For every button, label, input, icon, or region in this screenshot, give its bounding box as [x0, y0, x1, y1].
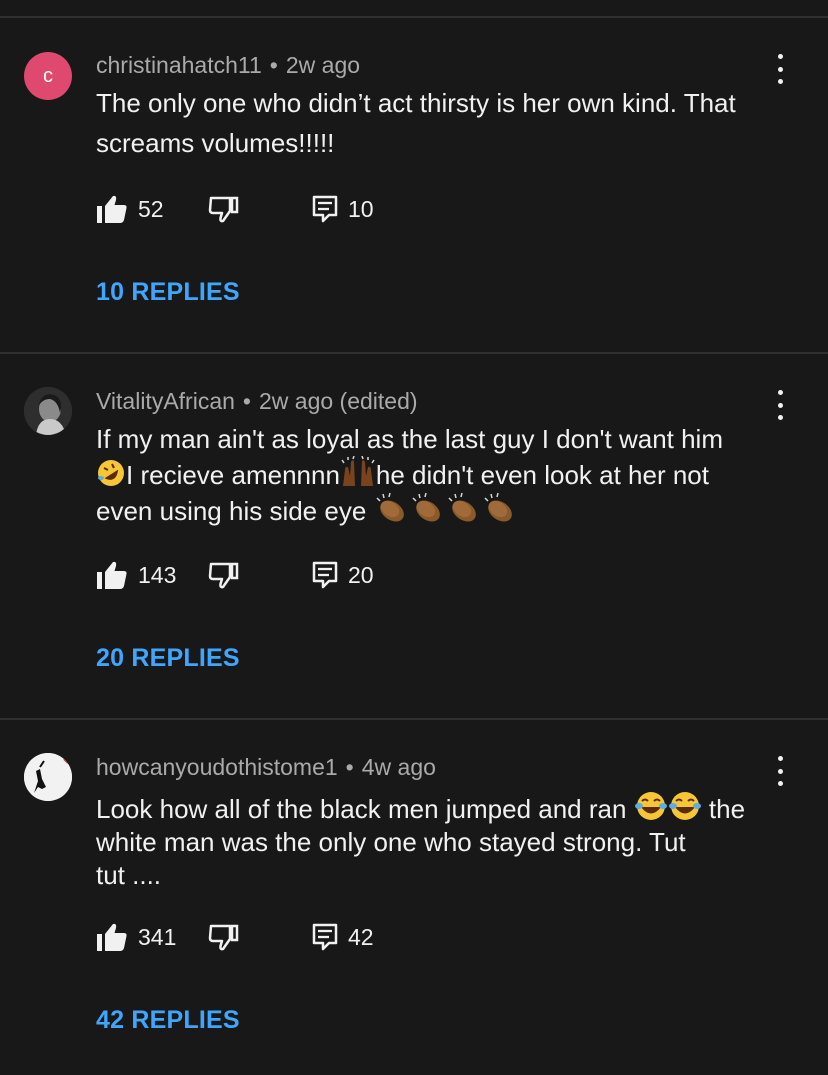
- avatar[interactable]: [24, 753, 72, 801]
- like-count: 341: [138, 923, 177, 950]
- comment-author[interactable]: VitalityAfrican: [96, 388, 235, 414]
- more-options-button[interactable]: [770, 54, 790, 84]
- more-vert-icon: [777, 756, 783, 761]
- dislike-button[interactable]: [208, 921, 240, 953]
- comment-time: 4w ago: [361, 754, 436, 780]
- thumb-down-icon: [208, 924, 239, 951]
- clapping-hands-emoji-icon: [412, 492, 440, 522]
- comment-text-line: If my man ain't as loyal as the last guy…: [96, 424, 723, 454]
- comment-divider: [0, 352, 828, 354]
- comment-text: Look how all of the black men jumped and…: [96, 790, 808, 892]
- top-divider: [0, 16, 828, 18]
- tears-of-joy-emoji-icon: [668, 792, 701, 820]
- avatar-photo: [24, 753, 72, 801]
- comment-author[interactable]: howcanyoudothistome1: [96, 754, 338, 780]
- comment-text-line: white man was the only one who stayed st…: [96, 827, 686, 857]
- reply-icon: [312, 195, 338, 223]
- more-vert-icon-dot: [777, 768, 783, 774]
- view-replies-link[interactable]: 10 REPLIES: [96, 278, 240, 307]
- reply-button[interactable]: 10: [312, 193, 374, 225]
- comment-actions: 341 42: [96, 921, 496, 953]
- comment-meta: howcanyoudothistome1 • 4w ago: [96, 754, 436, 781]
- comment-text-line: Look how all of the black men jumped and…: [96, 790, 808, 826]
- comment-text-line: I recieve amennnn he didn't even look at…: [96, 456, 801, 492]
- comment-text-line: even using his side eye: [96, 492, 801, 528]
- avatar[interactable]: [24, 387, 72, 435]
- comment-text: The only one who didn’t act thirsty is h…: [96, 87, 801, 160]
- like-count: 52: [138, 195, 164, 222]
- thumb-up-icon: [97, 923, 127, 951]
- avatar-photo: [24, 387, 72, 435]
- comment-text-segment: I recieve amennnn: [126, 460, 340, 490]
- more-vert-icon-dot: [777, 402, 783, 408]
- rofl-emoji-icon: [98, 460, 124, 486]
- like-button[interactable]: 143: [96, 559, 176, 591]
- dislike-button[interactable]: [208, 559, 240, 591]
- dislike-button[interactable]: [208, 193, 240, 225]
- avatar[interactable]: c: [24, 52, 72, 100]
- view-replies-link[interactable]: 42 REPLIES: [96, 1006, 240, 1035]
- more-vert-icon: [777, 390, 783, 395]
- comment-text-segment: the: [708, 794, 746, 824]
- more-vert-icon-dot: [777, 415, 783, 420]
- reply-count: 20: [348, 561, 374, 588]
- comment-actions: 143 20: [96, 559, 496, 591]
- comment-time: 2w ago: [285, 52, 361, 78]
- comment-text: If my man ain't as loyal as the last guy…: [96, 423, 801, 528]
- comment-meta: VitalityAfrican • 2w ago (edited): [96, 388, 418, 415]
- reply-count: 42: [348, 923, 374, 950]
- tears-of-joy-emoji-icon: [634, 792, 667, 820]
- thumb-up-icon: [97, 195, 127, 223]
- comment-text-line: screams volumes!!!!!: [96, 128, 335, 158]
- thumb-down-icon: [208, 562, 239, 589]
- reply-button[interactable]: 20: [312, 559, 374, 591]
- reply-button[interactable]: 42: [312, 921, 374, 953]
- more-vert-icon-dot: [777, 781, 783, 786]
- thumb-up-icon: [97, 561, 127, 589]
- comment-meta: christinahatch11 • 2w ago: [96, 52, 360, 79]
- reply-icon: [312, 923, 338, 951]
- comment-actions: 52 10: [96, 193, 496, 225]
- thumb-down-icon: [208, 196, 239, 223]
- comment-divider: [0, 718, 828, 720]
- comment-text-segment: even using his side eye: [96, 496, 367, 526]
- more-vert-icon: [777, 54, 783, 59]
- comment-author[interactable]: christinahatch11: [96, 52, 262, 78]
- meta-separator: •: [269, 52, 278, 78]
- more-vert-icon-dot: [777, 79, 783, 84]
- more-options-button[interactable]: [770, 756, 790, 786]
- comment-text-segment: Look how all of the black men jumped and…: [96, 794, 627, 824]
- meta-separator: •: [345, 754, 354, 780]
- reply-icon: [312, 561, 338, 589]
- avatar-letter: c: [43, 64, 53, 87]
- view-replies-link[interactable]: 20 REPLIES: [96, 644, 240, 673]
- raising-hands-emoji-icon: [341, 456, 375, 486]
- comment-text-segment: he didn't even look at her not: [375, 460, 709, 490]
- clapping-hands-emoji-icon: [448, 492, 476, 522]
- like-count: 143: [138, 561, 177, 588]
- meta-separator: •: [242, 388, 251, 414]
- clapping-hands-emoji-icon: [376, 492, 404, 522]
- comment-text-line: The only one who didn’t act thirsty is h…: [96, 88, 736, 118]
- like-button[interactable]: 341: [96, 921, 176, 953]
- more-vert-icon-dot: [777, 66, 783, 72]
- comment-text-line: tut ....: [96, 860, 162, 890]
- reply-count: 10: [348, 195, 374, 222]
- like-button[interactable]: 52: [96, 193, 164, 225]
- clapping-hands-emoji-icon: [484, 492, 512, 522]
- comment-time: 2w ago (edited): [258, 388, 418, 414]
- more-options-button[interactable]: [770, 390, 790, 420]
